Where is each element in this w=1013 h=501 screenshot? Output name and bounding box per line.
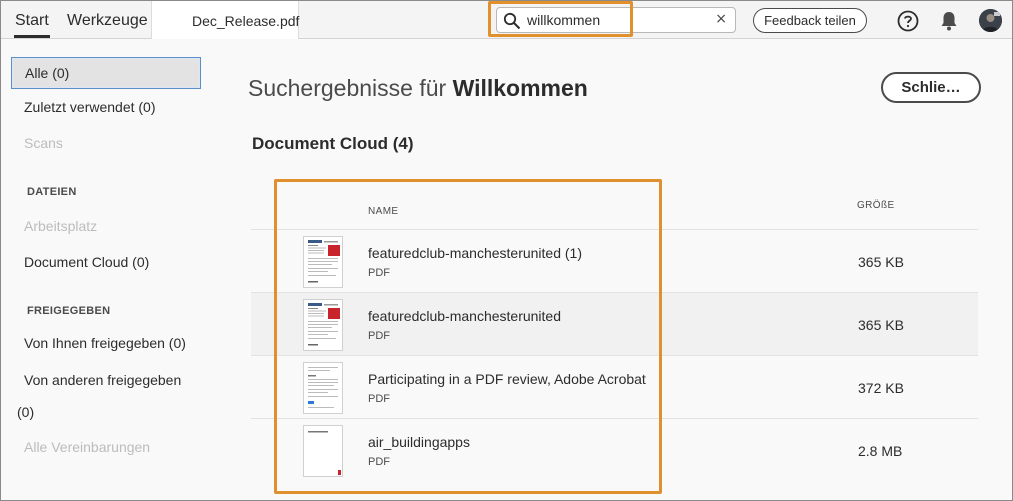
file-name: featuredclub-manchesterunited — [368, 308, 562, 324]
sidebar-heading-files: DATEIEN — [27, 186, 77, 198]
sidebar-item-shared-by-others[interactable]: Von anderen freigegeben — [11, 365, 201, 397]
feedback-button[interactable]: Feedback teilen — [753, 8, 867, 33]
sidebar-item-all[interactable]: Alle (0) — [11, 57, 201, 89]
table-row[interactable]: featuredclub-manchesterunited PDF 365 KB — [251, 292, 978, 355]
file-size: 372 KB — [858, 380, 904, 396]
sidebar-item-all-agreements[interactable]: Alle Vereinbarungen — [11, 432, 201, 464]
bell-icon[interactable] — [939, 10, 959, 32]
sidebar-item-workspace[interactable]: Arbeitsplatz — [11, 211, 201, 243]
column-header-name[interactable]: NAME — [368, 206, 399, 217]
file-type: PDF — [368, 393, 390, 405]
close-search-button[interactable]: Schlie… — [881, 72, 981, 103]
sidebar-item-shared-by-others-count[interactable]: (0) — [17, 404, 34, 420]
pdf-thumbnail — [303, 299, 343, 351]
top-bar: Start Werkzeuge Dec_Release.pdf × Feedba… — [1, 1, 1012, 39]
file-size: 365 KB — [858, 317, 904, 333]
search-input[interactable] — [527, 10, 707, 30]
page-title-query: Willkommen — [452, 75, 588, 101]
file-size: 365 KB — [858, 254, 904, 270]
pdf-thumbnail — [303, 362, 343, 414]
close-icon[interactable]: × — [715, 11, 727, 27]
pdf-thumbnail — [303, 236, 343, 288]
search-icon — [503, 12, 521, 30]
file-type: PDF — [368, 330, 390, 342]
tab-start[interactable]: Start — [14, 1, 50, 39]
section-title: Document Cloud (4) — [252, 134, 414, 153]
file-name: Participating in a PDF review, Adobe Acr… — [368, 371, 646, 387]
search-box[interactable]: × — [496, 7, 736, 33]
file-name: air_buildingapps — [368, 434, 470, 450]
table-row[interactable]: air_buildingapps PDF 2.8 MB — [251, 418, 978, 481]
sidebar-item-shared-by-you[interactable]: Von Ihnen freigegeben (0) — [11, 328, 201, 360]
sidebar-heading-shared: FREIGEGEBEN — [27, 305, 111, 317]
sidebar-item-recent[interactable]: Zuletzt verwendet (0) — [11, 92, 201, 124]
help-icon[interactable] — [897, 10, 919, 32]
page-title-prefix: Suchergebnisse für — [248, 75, 447, 101]
sidebar-item-document-cloud[interactable]: Document Cloud (0) — [11, 247, 201, 279]
file-type: PDF — [368, 267, 390, 279]
table-row[interactable]: featuredclub-manchesterunited (1) PDF 36… — [251, 229, 978, 292]
avatar[interactable] — [979, 9, 1002, 32]
column-header-size[interactable]: GRÖßE — [857, 200, 895, 211]
file-type: PDF — [368, 456, 390, 468]
page-title: Suchergebnisse für Willkommen — [248, 75, 588, 102]
sidebar: Alle (0) Zuletzt verwendet (0) Scans DAT… — [1, 40, 211, 500]
sidebar-item-scans[interactable]: Scans — [11, 128, 201, 160]
table-row[interactable]: Participating in a PDF review, Adobe Acr… — [251, 355, 978, 418]
pdf-thumbnail — [303, 425, 343, 477]
document-tab[interactable]: Dec_Release.pdf — [151, 1, 299, 39]
tab-tools[interactable]: Werkzeuge — [67, 1, 148, 39]
file-size: 2.8 MB — [858, 443, 903, 459]
file-name: featuredclub-manchesterunited (1) — [368, 245, 583, 261]
